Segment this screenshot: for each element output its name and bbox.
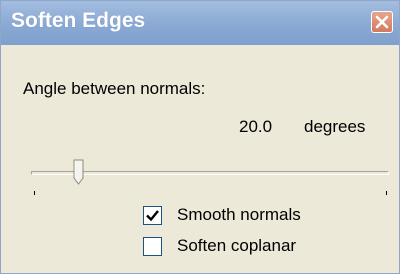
soften-coplanar-label: Soften coplanar: [177, 236, 297, 255]
close-button[interactable]: [371, 11, 393, 33]
smooth-normals-checkbox[interactable]: [143, 206, 162, 225]
close-icon: [375, 15, 389, 29]
soften-coplanar-checkbox[interactable]: [143, 237, 162, 256]
angle-label: Angle between normals:: [23, 79, 206, 98]
soften-edges-dialog: Soften Edges Angle between normals: 20.0…: [0, 0, 400, 274]
dialog-title: Soften Edges: [11, 9, 146, 32]
smooth-normals-label: Smooth normals: [177, 205, 301, 224]
angle-slider[interactable]: [31, 151, 389, 201]
slider-tick-min: [34, 191, 35, 195]
slider-tick-max: [386, 191, 387, 195]
angle-value: 20.0: [239, 117, 273, 136]
slider-track[interactable]: [31, 171, 389, 175]
angle-units: degrees: [304, 117, 366, 136]
title-bar[interactable]: Soften Edges: [1, 1, 399, 45]
checkmark-icon: [146, 210, 159, 222]
slider-thumb[interactable]: [73, 159, 84, 185]
